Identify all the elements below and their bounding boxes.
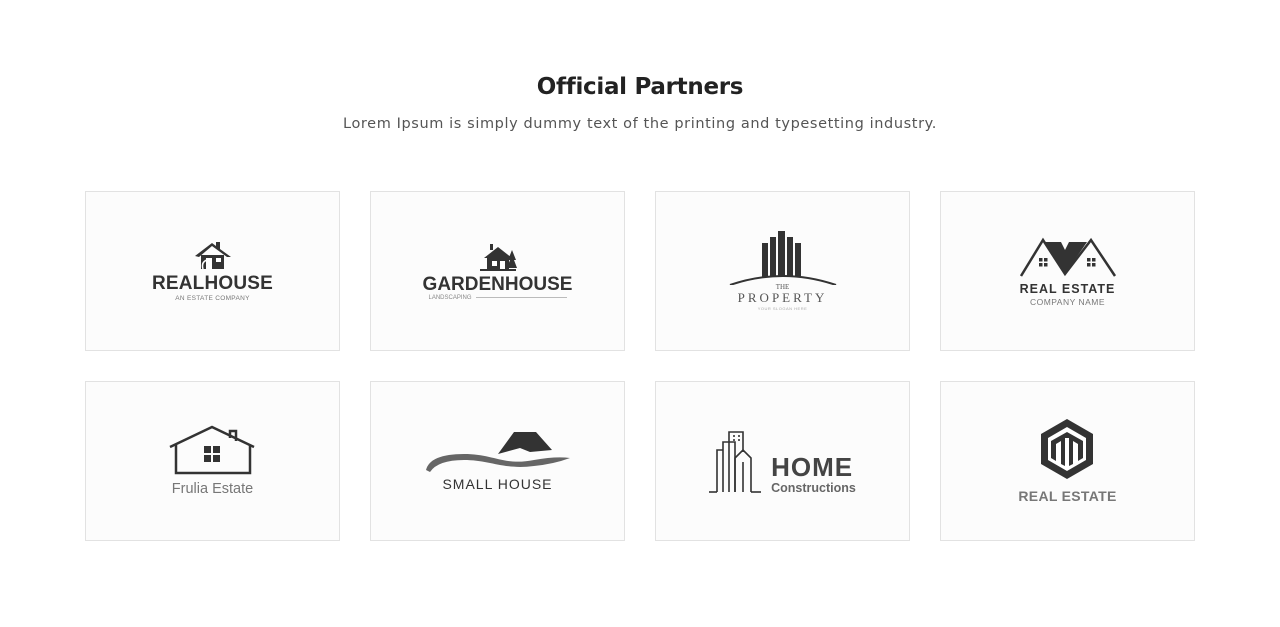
double-roof-icon (1019, 237, 1116, 277)
partner-card-small-house[interactable]: SMALL HOUSE (370, 381, 625, 541)
partner-card-gardenhouse[interactable]: GARDENHOUSE LANDSCAPING (370, 191, 625, 351)
partner-logo-home-constructions: HOME Constructions (709, 428, 856, 494)
garden-house-icon (479, 243, 517, 271)
partner-name: HOME (771, 451, 854, 482)
house-outline-icon (168, 425, 255, 475)
partner-card-real-estate-hexagon[interactable]: REAL ESTATE (940, 381, 1195, 541)
partner-logo-real-estate: REAL ESTATE COMPANY NAME (1019, 236, 1117, 307)
partner-name: GARDENHOUSE (422, 273, 573, 295)
section-subtitle: Lorem Ipsum is simply dummy text of the … (343, 116, 937, 132)
partner-name: REAL ESTATE (1019, 281, 1116, 296)
partner-name: REALHOUSE (151, 273, 274, 294)
partner-logo-small-house: SMALL HOUSE (424, 430, 572, 492)
partner-logo-frulia-estate: Frulia Estate (168, 425, 258, 497)
house-chimney-icon (194, 242, 231, 270)
partner-tagline: AN ESTATE COMPANY (175, 295, 250, 302)
skyscraper-icon (729, 231, 836, 285)
wave-roof-icon (425, 432, 570, 472)
partner-card-real-estate[interactable]: REAL ESTATE COMPANY NAME (940, 191, 1195, 351)
partner-tagline: Constructions (771, 480, 856, 495)
hexagon-building-icon (1041, 419, 1094, 479)
partners-section: Official Partners Lorem Ipsum is simply … (0, 0, 1280, 627)
partner-logo-gardenhouse: GARDENHOUSE LANDSCAPING (422, 242, 573, 301)
partner-card-home-constructions[interactable]: HOME Constructions (655, 381, 910, 541)
partner-tagline: COMPANY NAME (1029, 296, 1106, 307)
partner-card-realhouse[interactable]: REALHOUSE AN ESTATE COMPANY (85, 191, 340, 351)
partner-tagline: YOUR SLOGAN HERE (757, 306, 808, 311)
partner-card-frulia-estate[interactable]: Frulia Estate (85, 381, 340, 541)
partner-logo-realhouse: REALHOUSE AN ESTATE COMPANY (152, 240, 273, 302)
section-title: Official Partners (536, 74, 744, 100)
partner-logo-real-estate-hexagon: REAL ESTATE (1018, 418, 1116, 504)
partner-name: Frulia Estate (171, 481, 254, 497)
partner-name: SMALL HOUSE (442, 476, 553, 492)
partner-name: REAL ESTATE (1018, 488, 1117, 504)
partner-tagline: LANDSCAPING (428, 294, 472, 301)
partners-grid: REALHOUSE AN ESTATE COMPANY GARDENHOUSE (85, 191, 1195, 541)
partner-logo-the-property: THE PROPERTY YOUR SLOGAN HERE (728, 231, 838, 311)
partner-name: PROPERTY (737, 290, 828, 305)
building-lines-icon (709, 431, 762, 493)
partner-card-the-property[interactable]: THE PROPERTY YOUR SLOGAN HERE (655, 191, 910, 351)
